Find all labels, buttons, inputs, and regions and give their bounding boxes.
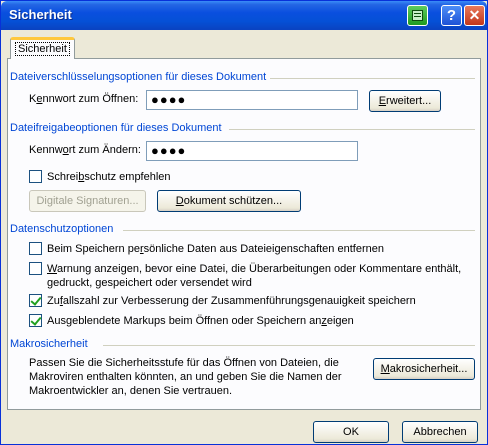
show-hidden-markup-label[interactable]: Ausgeblendete Markups beim Öffnen oder S…	[47, 314, 354, 328]
digital-signatures-button[interactable]: Digitale Signaturen...	[29, 190, 146, 212]
macro-description-line2: Makroviren enthalten könnten, an und geb…	[29, 371, 342, 383]
warn-tracked-changes-checkbox[interactable]	[29, 262, 42, 275]
tab-sicherheit[interactable]: Sicherheit	[10, 37, 75, 59]
close-button[interactable]: ✕	[464, 5, 485, 26]
section-heading-privacy: Datenschutzoptionen	[10, 223, 114, 235]
section-heading-sharing: Dateifreigabeoptionen für dieses Dokumen…	[10, 122, 222, 134]
section-divider	[229, 129, 475, 130]
macro-security-button[interactable]: Makrosicherheit...	[373, 358, 475, 380]
random-number-label[interactable]: Zufallszahl zur Verbesserung der Zusamme…	[47, 294, 416, 308]
section-divider	[270, 78, 475, 79]
macro-description-line3: Makroentwickler an, denen Sie vertrauen.	[29, 385, 232, 397]
open-password-input[interactable]: ●●●●	[146, 90, 358, 110]
section-divider	[103, 345, 475, 346]
help-button[interactable]: ?	[441, 5, 462, 26]
warn-tracked-changes-label-line2[interactable]: gedruckt, gespeichert oder versendet wir…	[47, 276, 252, 290]
read-only-checkbox[interactable]	[29, 170, 42, 183]
window-title: Sicherheit	[9, 7, 72, 22]
tab-label: Sicherheit	[15, 42, 70, 56]
read-only-label[interactable]: Schreibschutz empfehlen	[47, 170, 171, 184]
cancel-button[interactable]: Abbrechen	[402, 421, 478, 443]
protect-document-button[interactable]: Dokument schützen...	[157, 190, 301, 212]
open-password-label: Kennwort zum Öffnen:	[29, 93, 139, 105]
section-heading-macro: Makrosicherheit	[10, 338, 88, 350]
remove-personal-info-label[interactable]: Beim Speichern persönliche Daten aus Dat…	[47, 242, 384, 256]
warn-tracked-changes-label[interactable]: Warnung anzeigen, bevor eine Datei, die …	[47, 262, 461, 276]
remove-personal-info-checkbox[interactable]	[29, 242, 42, 255]
show-hidden-markup-checkbox[interactable]	[29, 314, 42, 327]
advanced-button[interactable]: Erweitert...	[369, 90, 441, 112]
modify-password-input[interactable]: ●●●●	[146, 141, 358, 161]
title-bar[interactable]: Sicherheit ? ✕	[1, 1, 487, 30]
help-icon: ?	[446, 7, 457, 24]
document-list-icon	[412, 10, 423, 21]
macro-description-line1: Passen Sie die Sicherheitsstufe für das …	[29, 357, 339, 369]
section-heading-encryption: Dateiverschlüsselungsoptionen für dieses…	[10, 71, 267, 83]
close-icon: ✕	[468, 7, 481, 23]
modify-password-label: Kennwort zum Ändern:	[29, 144, 141, 156]
security-dialog: Sicherheit ? ✕ Sicherheit Dateiverschlüs…	[0, 0, 488, 445]
green-tool-button[interactable]	[407, 5, 428, 26]
ok-button[interactable]: OK	[313, 421, 389, 443]
random-number-checkbox[interactable]	[29, 294, 42, 307]
section-divider	[123, 230, 475, 231]
